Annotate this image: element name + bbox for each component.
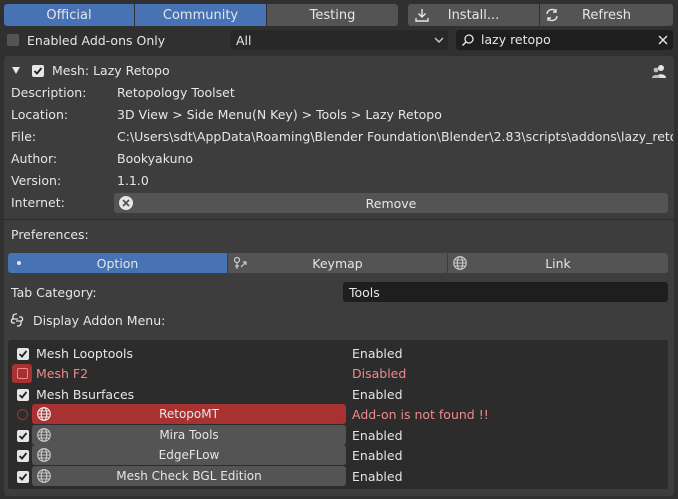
- refresh-button[interactable]: Refresh: [540, 4, 673, 26]
- tab-official[interactable]: Official: [4, 4, 134, 26]
- author-label: Author:: [11, 151, 58, 166]
- tab-keymap[interactable]: Keymap: [228, 253, 447, 273]
- addon-name: Mesh F2: [36, 366, 89, 381]
- description-label: Description:: [11, 85, 87, 100]
- globe-icon: [37, 448, 51, 462]
- addon-enable-checkbox[interactable]: [32, 65, 44, 77]
- keymap-icon: [233, 256, 247, 269]
- install-label: Install...: [447, 7, 500, 23]
- edgeflow-checkbox[interactable]: [17, 450, 29, 462]
- search-icon: [461, 34, 474, 47]
- check-icon: [18, 350, 28, 358]
- location-value: 3D View > Side Menu(N Key) > Tools > Laz…: [117, 107, 442, 122]
- tab-category-field[interactable]: Tools: [343, 282, 668, 302]
- tab-option-label: Option: [96, 255, 139, 271]
- mesh-check-bgl-button[interactable]: Mesh Check BGL Edition: [32, 466, 346, 486]
- search-input[interactable]: lazy retopo: [481, 32, 551, 47]
- addon-status: Enabled: [352, 346, 403, 361]
- disclosure-triangle-icon[interactable]: [11, 66, 21, 75]
- enabled-only-checkbox[interactable]: [7, 34, 19, 46]
- addon-status: Disabled: [352, 366, 407, 381]
- search-field[interactable]: lazy retopo: [456, 30, 673, 50]
- addon-status: Add-on is not found !!: [352, 407, 489, 422]
- mesh-looptools-checkbox[interactable]: [17, 348, 29, 360]
- check-icon: [33, 67, 43, 75]
- remove-label: Remove: [365, 195, 417, 211]
- preferences-title: Preferences:: [11, 227, 89, 242]
- download-icon: [415, 9, 429, 22]
- addon-name: Mesh Check BGL Edition: [116, 469, 262, 483]
- check-icon: [18, 473, 28, 481]
- refresh-label: Refresh: [581, 7, 632, 23]
- description-value: Retopology Toolset: [117, 85, 235, 100]
- addon-name: Mira Tools: [159, 428, 219, 442]
- python-icon: [10, 313, 24, 327]
- chevron-down-icon: [434, 37, 444, 43]
- retopomt-button[interactable]: RetopoMT: [32, 404, 346, 424]
- install-button[interactable]: Install...: [408, 4, 539, 26]
- globe-icon: [37, 407, 51, 421]
- version-value: 1.1.0: [117, 173, 149, 188]
- check-icon: [18, 432, 28, 440]
- check-icon: [18, 452, 28, 460]
- mesh-check-bgl-checkbox[interactable]: [17, 471, 29, 483]
- addon-status: Enabled: [352, 387, 403, 402]
- location-label: Location:: [11, 107, 69, 122]
- file-label: File:: [11, 129, 37, 144]
- refresh-icon: [546, 8, 558, 22]
- addon-status: Enabled: [352, 469, 403, 484]
- globe-icon: [37, 469, 51, 483]
- globe-icon: [453, 256, 467, 270]
- dot-icon: [17, 261, 21, 265]
- addon-status: Enabled: [352, 448, 403, 463]
- tab-link[interactable]: Link: [448, 253, 668, 273]
- file-value: C:\Users\sdt\AppData\Roaming\Blender Fou…: [117, 129, 673, 144]
- tab-testing[interactable]: Testing: [267, 4, 398, 26]
- tab-category-value: Tools: [349, 285, 380, 300]
- addon-name: RetopoMT: [159, 407, 219, 421]
- tab-keymap-label: Keymap: [312, 255, 363, 271]
- author-value: Bookyakuno: [117, 151, 194, 166]
- divider: [4, 219, 674, 220]
- mesh-bsurfaces-checkbox[interactable]: [17, 389, 29, 401]
- tab-option[interactable]: Option: [8, 253, 227, 273]
- unchecked-box: [17, 368, 28, 379]
- mira-tools-button[interactable]: Mira Tools: [32, 425, 346, 445]
- category-value: All: [236, 33, 252, 48]
- enabled-only-label: Enabled Add-ons Only: [27, 33, 166, 48]
- addon-name: Mesh Looptools: [36, 346, 134, 361]
- tab-link-label: Link: [545, 255, 571, 271]
- remove-icon: [119, 196, 133, 210]
- addon-name: EdgeFLow: [158, 448, 220, 462]
- addon-name: Mesh Bsurfaces: [36, 387, 135, 402]
- tab-community[interactable]: Community: [135, 4, 266, 26]
- retopomt-radio[interactable]: [17, 409, 28, 420]
- globe-icon: [37, 428, 51, 442]
- mira-tools-checkbox[interactable]: [17, 430, 29, 442]
- display-menu-label: Display Addon Menu:: [33, 313, 166, 328]
- mesh-f2-checkbox-frame[interactable]: [12, 364, 32, 383]
- check-icon: [18, 391, 28, 399]
- addon-status: Enabled: [352, 428, 403, 443]
- close-icon[interactable]: [658, 35, 668, 45]
- users-icon: [652, 65, 666, 78]
- category-dropdown[interactable]: All: [230, 30, 448, 50]
- remove-button[interactable]: Remove: [114, 193, 668, 213]
- tab-category-label: Tab Category:: [11, 285, 97, 300]
- addon-title: Mesh: Lazy Retopo: [52, 63, 170, 78]
- edgeflow-button[interactable]: EdgeFLow: [32, 445, 346, 465]
- internet-label: Internet:: [11, 195, 65, 210]
- version-label: Version:: [11, 173, 62, 188]
